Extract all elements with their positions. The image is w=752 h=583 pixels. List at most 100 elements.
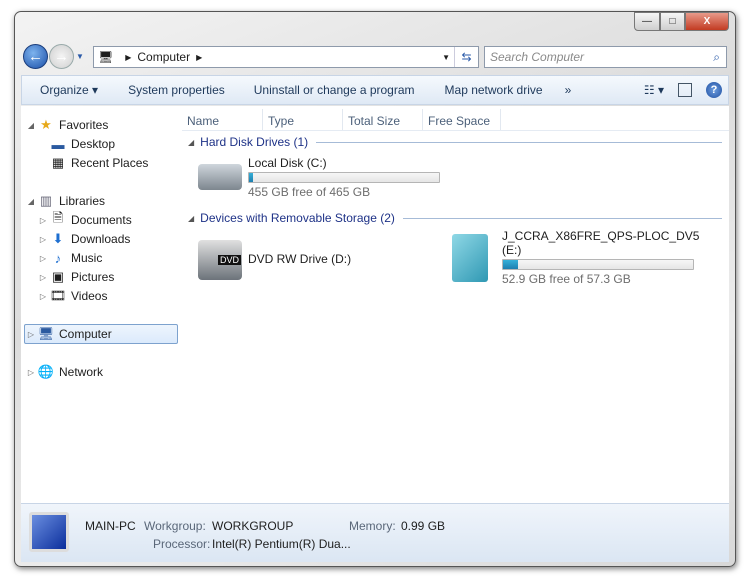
drive-name: DVD RW Drive (D:) [248,252,352,266]
map-network-drive-button[interactable]: Map network drive [445,83,543,97]
command-bar: Organize ▾ System properties Uninstall o… [21,75,729,105]
nav-recent-places[interactable]: ▦ Recent Places [37,154,149,172]
chevron-right-icon[interactable]: ▶ [125,53,131,62]
collapsed-icon[interactable]: ▷ [37,292,49,301]
search-input[interactable]: Search Computer ⌕ [484,46,727,68]
nav-favorites[interactable]: ◢ ★ Favorites [25,116,108,134]
search-icon[interactable]: ⌕ [713,50,720,65]
column-headers: Name Type Total Size Free Space [182,109,729,131]
nav-label: Favorites [59,118,109,132]
collapsed-icon[interactable]: ▷ [37,254,49,263]
recent-pages-dropdown[interactable]: ▼ [76,52,84,61]
drive-free-space: 52.9 GB free of 57.3 GB [502,272,631,286]
drive-name: Local Disk (C:) [248,156,327,170]
expanded-icon[interactable]: ◢ [25,197,37,206]
organize-button[interactable]: Organize ▾ [40,83,98,97]
nav-network[interactable]: ▷ 🌐 Network [25,363,103,381]
videos-icon: 🎞 [49,288,67,303]
column-free-space[interactable]: Free Space [423,109,501,130]
workgroup-label: Workgroup: [144,519,206,533]
collapsed-icon[interactable]: ▷ [25,330,37,339]
hard-disk-icon [198,164,242,190]
column-total-size[interactable]: Total Size [343,109,423,130]
nav-label: Music [71,251,103,265]
nav-desktop[interactable]: ▬ Desktop [37,135,116,153]
system-properties-button[interactable]: System properties [128,83,225,97]
nav-label: Pictures [71,270,115,284]
back-button[interactable]: ← [23,44,48,69]
recent-places-icon: ▦ [51,155,65,170]
minimize-button[interactable]: — [634,12,660,31]
column-type[interactable]: Type [263,109,343,130]
collapse-icon[interactable]: ◢ [188,138,194,147]
address-bar[interactable]: 🖥 ▶ Computer ▶ ▼ ⇆ [93,46,479,68]
more-commands-button[interactable]: » [565,83,572,97]
nav-label: Downloads [71,232,131,246]
expanded-icon[interactable]: ◢ [25,121,37,130]
nav-label: Documents [71,213,132,227]
group-label: Hard Disk Drives (1) [200,135,309,149]
processor-label: Processor: [153,537,211,551]
nav-label: Recent Places [71,156,149,170]
installation-disc-icon [452,234,488,282]
capacity-bar [502,259,694,270]
computer-icon: 🖥 [98,50,114,64]
uninstall-program-button[interactable]: Uninstall or change a program [254,83,415,97]
nav-label: Desktop [71,137,116,151]
preview-pane-icon[interactable] [678,83,692,97]
view-options-icon[interactable]: ☷ ▾ [644,83,664,97]
desktop-icon: ▬ [51,136,65,152]
library-icon: ▥ [39,193,53,208]
nav-label: Libraries [59,194,106,208]
computer-icon: 🖥 [37,326,55,341]
documents-icon: 🗎 [52,210,64,225]
drive-letter: (E:) [502,243,522,257]
forward-button[interactable]: → [49,44,74,69]
breadcrumb-computer[interactable]: Computer [137,50,190,64]
search-placeholder: Search Computer [490,50,585,64]
maximize-button[interactable]: □ [660,12,685,31]
details-pane: MAIN-PC Workgroup: WORKGROUP Memory: 0.9… [21,503,729,562]
drive-c[interactable]: Local Disk (C:) 455 GB free of 465 GB [196,156,456,206]
collapsed-icon[interactable]: ▷ [25,368,37,377]
close-button[interactable]: X [685,12,729,31]
help-icon[interactable]: ? [706,82,722,98]
nav-libraries[interactable]: ◢ ▥ Libraries [25,192,105,210]
group-label: Devices with Removable Storage (2) [200,211,395,225]
downloads-icon: ⬇ [52,231,64,246]
group-hard-disk-drives[interactable]: ◢ Hard Disk Drives (1) [188,135,722,149]
nav-downloads[interactable]: ▷ ⬇ Downloads [37,230,130,248]
music-icon: ♪ [54,250,62,266]
drive-name: J_CCRA_X86FRE_QPS-PLOC_DV5 [502,229,700,243]
nav-label: Network [59,365,104,379]
chevron-right-icon[interactable]: ▶ [196,53,202,62]
memory-label: Memory: [349,519,396,533]
drive-e[interactable]: J_CCRA_X86FRE_QPS-PLOC_DV5 (E:) 52.9 GB … [450,229,710,289]
collapsed-icon[interactable]: ▷ [37,235,49,244]
processor-value: Intel(R) Pentium(R) Dua... [212,537,351,551]
navigation-pane: ◢ ★ Favorites ▬ Desktop ▦ Recent Places ◢ ▥ Li… [21,106,187,503]
explorer-window: — □ X ← → ▼ 🖥 ▶ Computer ▶ ▼ ⇆ Search Co… [14,11,736,567]
column-name[interactable]: Name [182,109,263,130]
nav-music[interactable]: ▷ ♪ Music [37,249,102,267]
nav-label: Videos [71,289,108,303]
group-removable-storage[interactable]: ◢ Devices with Removable Storage (2) [188,211,722,225]
collapsed-icon[interactable]: ▷ [37,216,49,225]
workgroup-value: WORKGROUP [212,519,294,533]
star-icon: ★ [40,117,52,132]
memory-value: 0.99 GB [401,519,446,533]
nav-label: Computer [59,327,112,341]
nav-pictures[interactable]: ▷ ▣ Pictures [37,268,114,286]
nav-documents[interactable]: ▷ 🗎 Documents [37,210,132,229]
pc-name: MAIN-PC [85,519,136,533]
capacity-bar [248,172,440,183]
drive-free-space: 455 GB free of 465 GB [248,185,371,199]
drive-d[interactable]: DVD DVD RW Drive (D:) [196,236,426,286]
nav-computer[interactable]: ▷ 🖥 Computer [24,324,178,344]
collapse-icon[interactable]: ◢ [188,214,194,223]
collapsed-icon[interactable]: ▷ [37,273,49,282]
address-dropdown[interactable]: ▼ [442,53,450,62]
nav-videos[interactable]: ▷ 🎞 Videos [37,287,108,305]
pictures-icon: ▣ [51,269,65,284]
refresh-icon[interactable]: ⇆ [454,47,478,67]
